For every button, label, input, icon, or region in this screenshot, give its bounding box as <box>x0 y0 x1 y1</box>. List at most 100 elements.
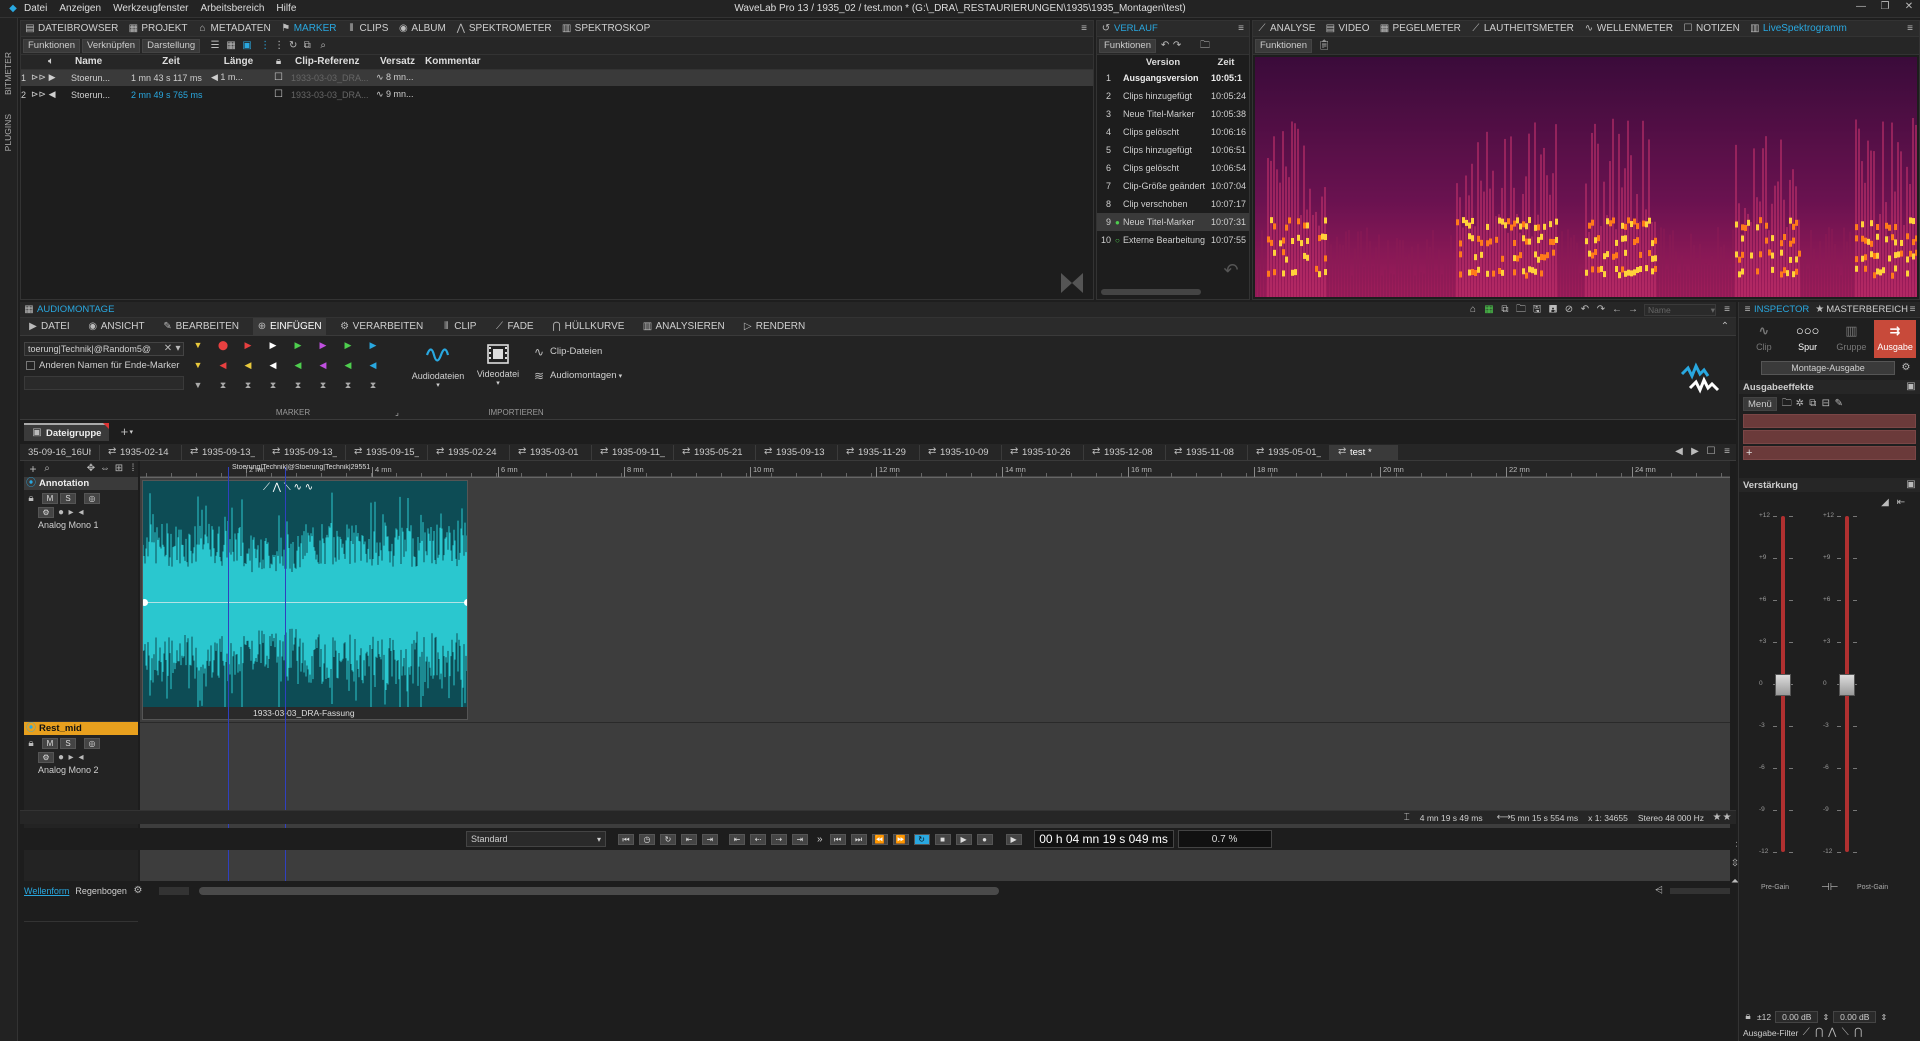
undo-icon[interactable]: ↶ <box>1160 40 1170 51</box>
tab-metadaten[interactable]: ⌂ METADATEN <box>198 23 270 34</box>
ribbon-tab-einfügen[interactable]: ⊕ EINFÜGEN <box>252 317 326 336</box>
panel-menu-icon[interactable]: ≡ <box>1722 447 1732 457</box>
save-as-icon[interactable]: 🖪︎ <box>1548 305 1558 315</box>
marker-time[interactable]: 2 mn 49 s 765 ms <box>131 86 211 103</box>
tab-lautheitsmeter[interactable]: ⟋ LAUTHEITSMETER <box>1471 23 1574 34</box>
horizontal-scrollbar[interactable] <box>198 887 999 895</box>
file-tab[interactable]: ⇄ 1935-12-08 <box>1084 444 1166 460</box>
volume-envelope-line[interactable] <box>143 602 467 603</box>
insert-marker-0-1-icon[interactable]: ⬤ <box>215 340 231 354</box>
inspector-mode-clip[interactable]: ∿ Clip <box>1743 320 1785 358</box>
ribbon-tab-clip[interactable]: ⫴ CLIP <box>437 318 480 336</box>
status-zoom[interactable]: x 1: 34655 <box>1588 813 1628 823</box>
history-row[interactable]: 6 Clips gelöscht 10:06:54 <box>1097 159 1249 177</box>
file-tab[interactable]: ⇄1935-09-13_1 <box>182 444 264 460</box>
search-icon[interactable]: ⌕ <box>42 464 52 474</box>
track-name[interactable]: Rest_mid <box>39 723 82 734</box>
tab-projekt[interactable]: ▦ PROJEKT <box>128 23 188 34</box>
insert-marker-0-4-icon[interactable]: ▶ <box>290 340 306 354</box>
move-icon[interactable]: ✥ <box>86 464 96 474</box>
ribbon-tab-analysieren[interactable]: ▥ ANALYSIEREN <box>638 318 728 336</box>
inspector-mode-ausgabe[interactable]: ⇉ Ausgabe <box>1874 320 1916 358</box>
marker-loop-icon[interactable]: ↻ <box>288 40 298 51</box>
ribbon-tab-ansicht[interactable]: ◉ ANSICHT <box>84 318 149 336</box>
file-tab[interactable]: ⇄ 1935-09-13 <box>756 444 838 460</box>
insert-marker-1-5-icon[interactable]: ◀ <box>315 360 331 374</box>
loop-mode-icon[interactable]: ↻ <box>660 833 676 845</box>
track-lane-2[interactable] <box>140 724 1730 881</box>
zoom-slider[interactable] <box>1670 888 1730 894</box>
file-tab[interactable]: ⇄ 1935-09-11_1 <box>592 444 674 460</box>
marker-type-icon[interactable]: ⋮ <box>260 40 270 51</box>
tab-analyse[interactable]: ⟋ ANALYSE <box>1257 23 1316 34</box>
loop-icon[interactable]: ↻ <box>913 833 930 845</box>
tab-spektroskop[interactable]: ▥ SPEKTROSKOP <box>562 23 650 34</box>
insert-marker-0-5-icon[interactable]: ▶ <box>315 340 331 354</box>
add-effect-slot[interactable]: + <box>1743 446 1916 460</box>
play-icon[interactable]: ▶ <box>955 833 972 845</box>
star-icon[interactable]: ★ <box>1712 812 1722 823</box>
envelope-end-handle[interactable] <box>464 599 467 606</box>
window-icon[interactable]: ▣ <box>1906 382 1916 392</box>
masterbereich-tab[interactable]: MASTERBEREICH <box>1826 304 1908 315</box>
ribbon-tab-fade[interactable]: ⟋ FADE <box>490 318 537 336</box>
lock-icon[interactable]: 🔒︎ <box>26 738 36 749</box>
waveform-view-tab[interactable]: Wellenform <box>24 886 69 896</box>
go-start-icon[interactable]: ⏮ <box>829 833 846 845</box>
pre-gain-value[interactable]: 0.00 dB <box>1775 1011 1819 1023</box>
track-channel[interactable]: Analog Mono 2 <box>24 765 138 775</box>
menu-3[interactable]: Arbeitsbereich <box>200 3 264 14</box>
insert-marker-1-3-icon[interactable]: ◀ <box>265 360 281 374</box>
input-icon[interactable]: ▸ <box>66 507 76 518</box>
side-tab-bitmeter[interactable]: BITMETER <box>3 52 13 98</box>
add-group-icon[interactable]: + <box>119 425 129 438</box>
inspector-mode-gruppe[interactable]: ▥ Gruppe <box>1831 320 1873 358</box>
ribbon-tab-hüllkurve[interactable]: ⋂ HÜLLKURVE <box>548 318 629 336</box>
tab-pegelmeter[interactable]: ▦ PEGELMETER <box>1380 23 1461 34</box>
file-group-tab[interactable]: ▣ Dateigruppe <box>24 423 110 441</box>
back-arrow-icon[interactable]: ← <box>1612 305 1622 315</box>
gear-icon[interactable]: ⚙ <box>133 886 143 896</box>
marker-name[interactable]: Stoerun... <box>71 69 131 86</box>
volume-icon[interactable]: ◂ <box>76 752 86 763</box>
file-tab[interactable]: ⇄ 1935-10-09 <box>920 444 1002 460</box>
history-row[interactable]: 1 Ausgangsversion 10:05:1 <box>1097 69 1249 87</box>
post-gain-value[interactable]: 0.00 dB <box>1833 1011 1877 1023</box>
solo-button[interactable]: S <box>60 738 76 749</box>
name-search-field[interactable]: Name ▾ <box>1644 304 1716 316</box>
track-lane-1[interactable]: 1933-03-03_DRA-Fassung ⟋ ⋀ ⟍ ∿ ∿ <box>140 478 1730 723</box>
file-tab[interactable]: ⇄ 1935-11-08 <box>1166 444 1248 460</box>
tab-dateibrowser[interactable]: ▤ DATEIBROWSER <box>25 23 118 34</box>
history-row[interactable]: 9 ● Neue Titel-Marker 10:07:31 <box>1097 213 1249 231</box>
jump-next-marker-icon[interactable]: ⇥ <box>792 833 808 845</box>
ribbon-tab-verarbeiten[interactable]: ⚙ VERARBEITEN <box>336 318 428 336</box>
window-icon[interactable]: ☐ <box>1706 447 1716 457</box>
playback-source-icon[interactable]: ▶ <box>1005 833 1022 845</box>
history-scrollbar[interactable] <box>1101 289 1201 295</box>
insert-marker-2-2-icon[interactable]: ⧗ <box>240 380 256 394</box>
jump-sel-end-icon[interactable]: ⇢ <box>771 833 787 845</box>
filter-active-icon[interactable]: ▣ <box>242 40 252 51</box>
fader-handle[interactable] <box>1839 674 1855 696</box>
save-icon[interactable]: 🖫︎ <box>1532 305 1542 315</box>
clip-fade-icons[interactable]: ⟋ ⋀ ⟍ ∿ ∿ <box>263 482 333 494</box>
clear-icon[interactable]: ✕ <box>163 344 173 354</box>
time-display[interactable]: 00 h 04 mn 19 s 049 ms <box>1033 830 1174 848</box>
split-arrows-icon[interactable] <box>1059 271 1085 295</box>
file-tab[interactable]: ⇄ test * <box>1330 444 1398 460</box>
link-faders-icon[interactable]: ⊣⊢ <box>1821 883 1838 893</box>
fit-icon[interactable]: ⇔ <box>100 464 110 474</box>
lock-checkbox[interactable]: ☐ <box>266 86 291 103</box>
spectrogram-view[interactable] <box>1255 57 1917 297</box>
effect-slot-1[interactable] <box>1743 414 1916 428</box>
group-expand-icon[interactable]: ⌟ <box>392 408 402 418</box>
pre-gain-fader[interactable]: +12 +9 +6 +3 0 -3 -6 -9 -12 <box>1759 512 1807 876</box>
minimize-icon[interactable]: — <box>1856 2 1866 12</box>
inspector-tab[interactable]: INSPECTOR <box>1754 304 1809 315</box>
edit-icon[interactable]: ✎ <box>1834 399 1844 409</box>
insert-marker-2-6-icon[interactable]: ⧗ <box>340 380 356 394</box>
marker-template-select[interactable] <box>24 376 184 390</box>
menu-2[interactable]: Werkzeugfenster <box>113 3 188 14</box>
solo-button[interactable]: S <box>60 493 76 504</box>
file-tab[interactable]: ⇄ 1935-11-29 <box>838 444 920 460</box>
